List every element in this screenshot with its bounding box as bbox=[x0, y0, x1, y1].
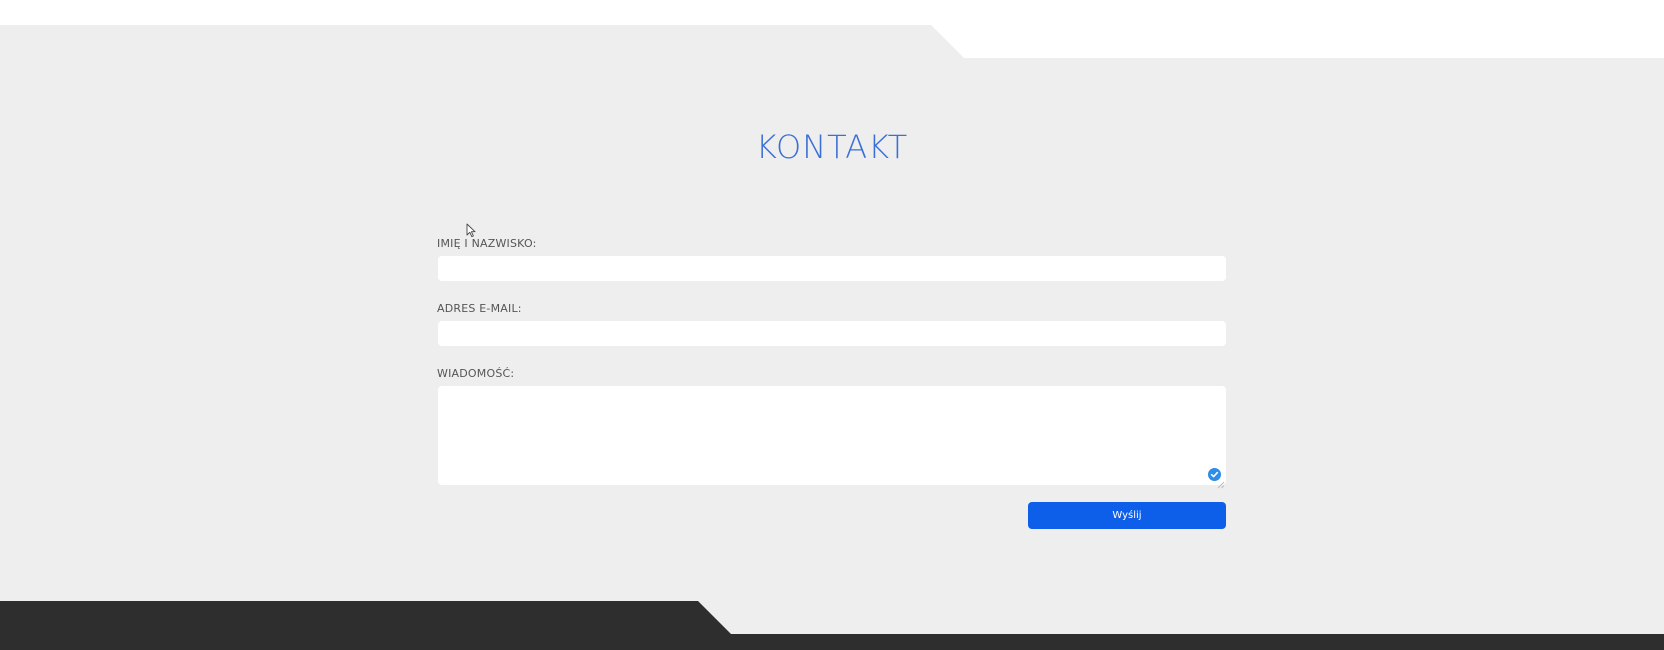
submit-button[interactable]: Wyślij bbox=[1028, 502, 1226, 529]
email-field[interactable] bbox=[438, 321, 1226, 346]
message-field[interactable] bbox=[438, 386, 1226, 485]
name-field[interactable] bbox=[438, 256, 1226, 281]
name-field-label: IMIĘ I NAZWISKO: bbox=[437, 237, 537, 250]
email-field-label: ADRES E-MAIL: bbox=[437, 302, 522, 315]
resize-handle-icon[interactable] bbox=[1217, 476, 1225, 489]
page-title: KONTAKT bbox=[755, 128, 909, 166]
message-field-label: WIADOMOŚĆ: bbox=[437, 367, 515, 380]
contact-section: KONTAKT IMIĘ I NAZWISKO: ADRES E-MAIL: W… bbox=[0, 0, 1664, 650]
mouse-cursor-icon bbox=[466, 223, 476, 238]
